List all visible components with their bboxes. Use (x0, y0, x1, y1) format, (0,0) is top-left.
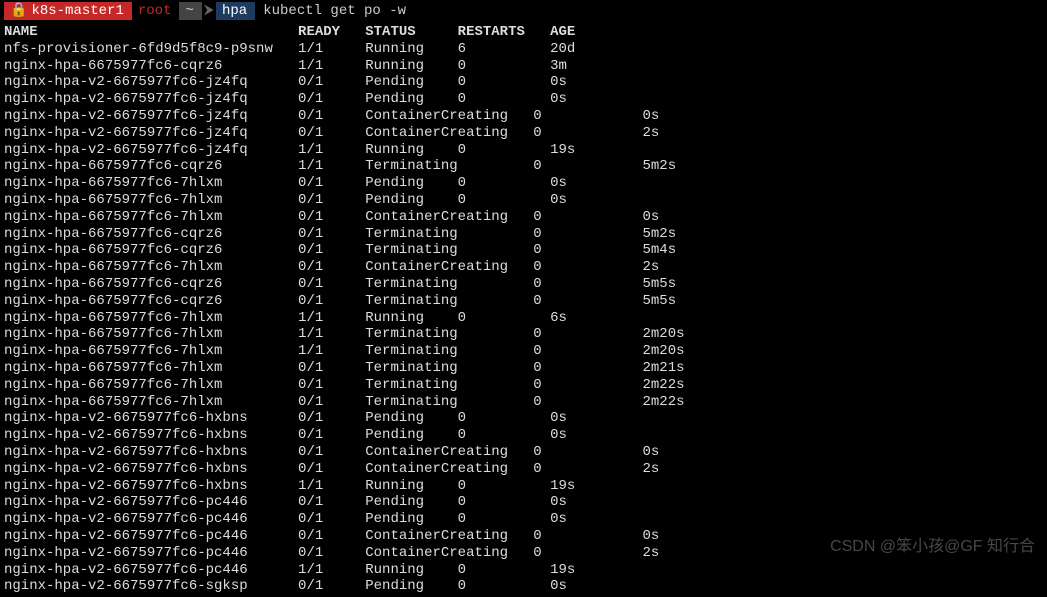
table-row: nginx-hpa-v2-6675977fc6-jz4fq 0/1 Pendin… (4, 91, 1043, 108)
table-row: nginx-hpa-v2-6675977fc6-jz4fq 0/1 Contai… (4, 108, 1043, 125)
watermark: CSDN @笨小孩@GF 知行合 (830, 537, 1035, 556)
table-row: nginx-hpa-v2-6675977fc6-hxbns 1/1 Runnin… (4, 478, 1043, 495)
table-row: nginx-hpa-6675977fc6-7hlxm 1/1 Running 0… (4, 310, 1043, 327)
prompt-dir-segment: hpa (216, 2, 255, 20)
table-row: nginx-hpa-v2-6675977fc6-jz4fq 0/1 Pendin… (4, 74, 1043, 91)
table-row: nginx-hpa-6675977fc6-cqrz6 0/1 Terminati… (4, 293, 1043, 310)
table-row: nginx-hpa-v2-6675977fc6-hxbns 0/1 Pendin… (4, 410, 1043, 427)
table-row: nginx-hpa-v2-6675977fc6-pc446 0/1 Pendin… (4, 494, 1043, 511)
table-row: nginx-hpa-6675977fc6-cqrz6 0/1 Terminati… (4, 226, 1043, 243)
table-row: nginx-hpa-v2-6675977fc6-sgksp 0/1 Pendin… (4, 578, 1043, 595)
prompt-user: root (138, 3, 172, 20)
table-row: nginx-hpa-6675977fc6-cqrz6 1/1 Running 0… (4, 58, 1043, 75)
table-row: nginx-hpa-v2-6675977fc6-hxbns 0/1 Pendin… (4, 427, 1043, 444)
prompt-user-segment: root (132, 2, 180, 20)
lock-icon: 🔒 (10, 3, 27, 20)
table-row: nginx-hpa-6675977fc6-cqrz6 1/1 Terminati… (4, 158, 1043, 175)
pod-table: NAME READY STATUS RESTARTS AGEnfs-provis… (0, 22, 1047, 597)
prompt-tilde: ~ (185, 3, 193, 20)
table-row: nginx-hpa-6675977fc6-7hlxm 0/1 Terminati… (4, 377, 1043, 394)
table-row: nginx-hpa-6675977fc6-7hlxm 0/1 Container… (4, 209, 1043, 226)
table-row: nginx-hpa-6675977fc6-7hlxm 0/1 Pending 0… (4, 175, 1043, 192)
table-row: nginx-hpa-v2-6675977fc6-pc446 1/1 Runnin… (4, 562, 1043, 579)
table-row: nginx-hpa-6675977fc6-7hlxm 1/1 Terminati… (4, 326, 1043, 343)
command-text: kubectl get po -w (255, 3, 406, 20)
prompt-host: k8s-master1 (31, 3, 123, 20)
prompt-host-segment: 🔒 k8s-master1 (4, 2, 132, 20)
prompt-dir: hpa (222, 3, 247, 20)
table-header: NAME READY STATUS RESTARTS AGE (4, 24, 1043, 41)
table-row: nginx-hpa-v2-6675977fc6-hxbns 0/1 Contai… (4, 461, 1043, 478)
table-row: nginx-hpa-6675977fc6-7hlxm 0/1 Terminati… (4, 394, 1043, 411)
table-row: nginx-hpa-v2-6675977fc6-jz4fq 0/1 Contai… (4, 125, 1043, 142)
table-row: nginx-hpa-6675977fc6-7hlxm 0/1 Pending 0… (4, 192, 1043, 209)
prompt-tilde-segment: ~ (179, 2, 201, 20)
table-row: nginx-hpa-6675977fc6-7hlxm 1/1 Terminati… (4, 343, 1043, 360)
table-row: nfs-provisioner-6fd9d5f8c9-p9snw 1/1 Run… (4, 41, 1043, 58)
table-row: nginx-hpa-v2-6675977fc6-hxbns 0/1 Contai… (4, 444, 1043, 461)
table-row: nginx-hpa-6675977fc6-7hlxm 0/1 Container… (4, 259, 1043, 276)
table-row: nginx-hpa-6675977fc6-7hlxm 0/1 Terminati… (4, 360, 1043, 377)
table-row: nginx-hpa-6675977fc6-cqrz6 0/1 Terminati… (4, 242, 1043, 259)
chevron-right-icon: ⮞ (202, 3, 216, 20)
table-row: nginx-hpa-v2-6675977fc6-pc446 0/1 Pendin… (4, 511, 1043, 528)
table-row: nginx-hpa-6675977fc6-cqrz6 0/1 Terminati… (4, 276, 1043, 293)
prompt-line[interactable]: 🔒 k8s-master1 root ~ ⮞ hpa kubectl get p… (0, 0, 1047, 22)
table-row: nginx-hpa-v2-6675977fc6-jz4fq 1/1 Runnin… (4, 142, 1043, 159)
